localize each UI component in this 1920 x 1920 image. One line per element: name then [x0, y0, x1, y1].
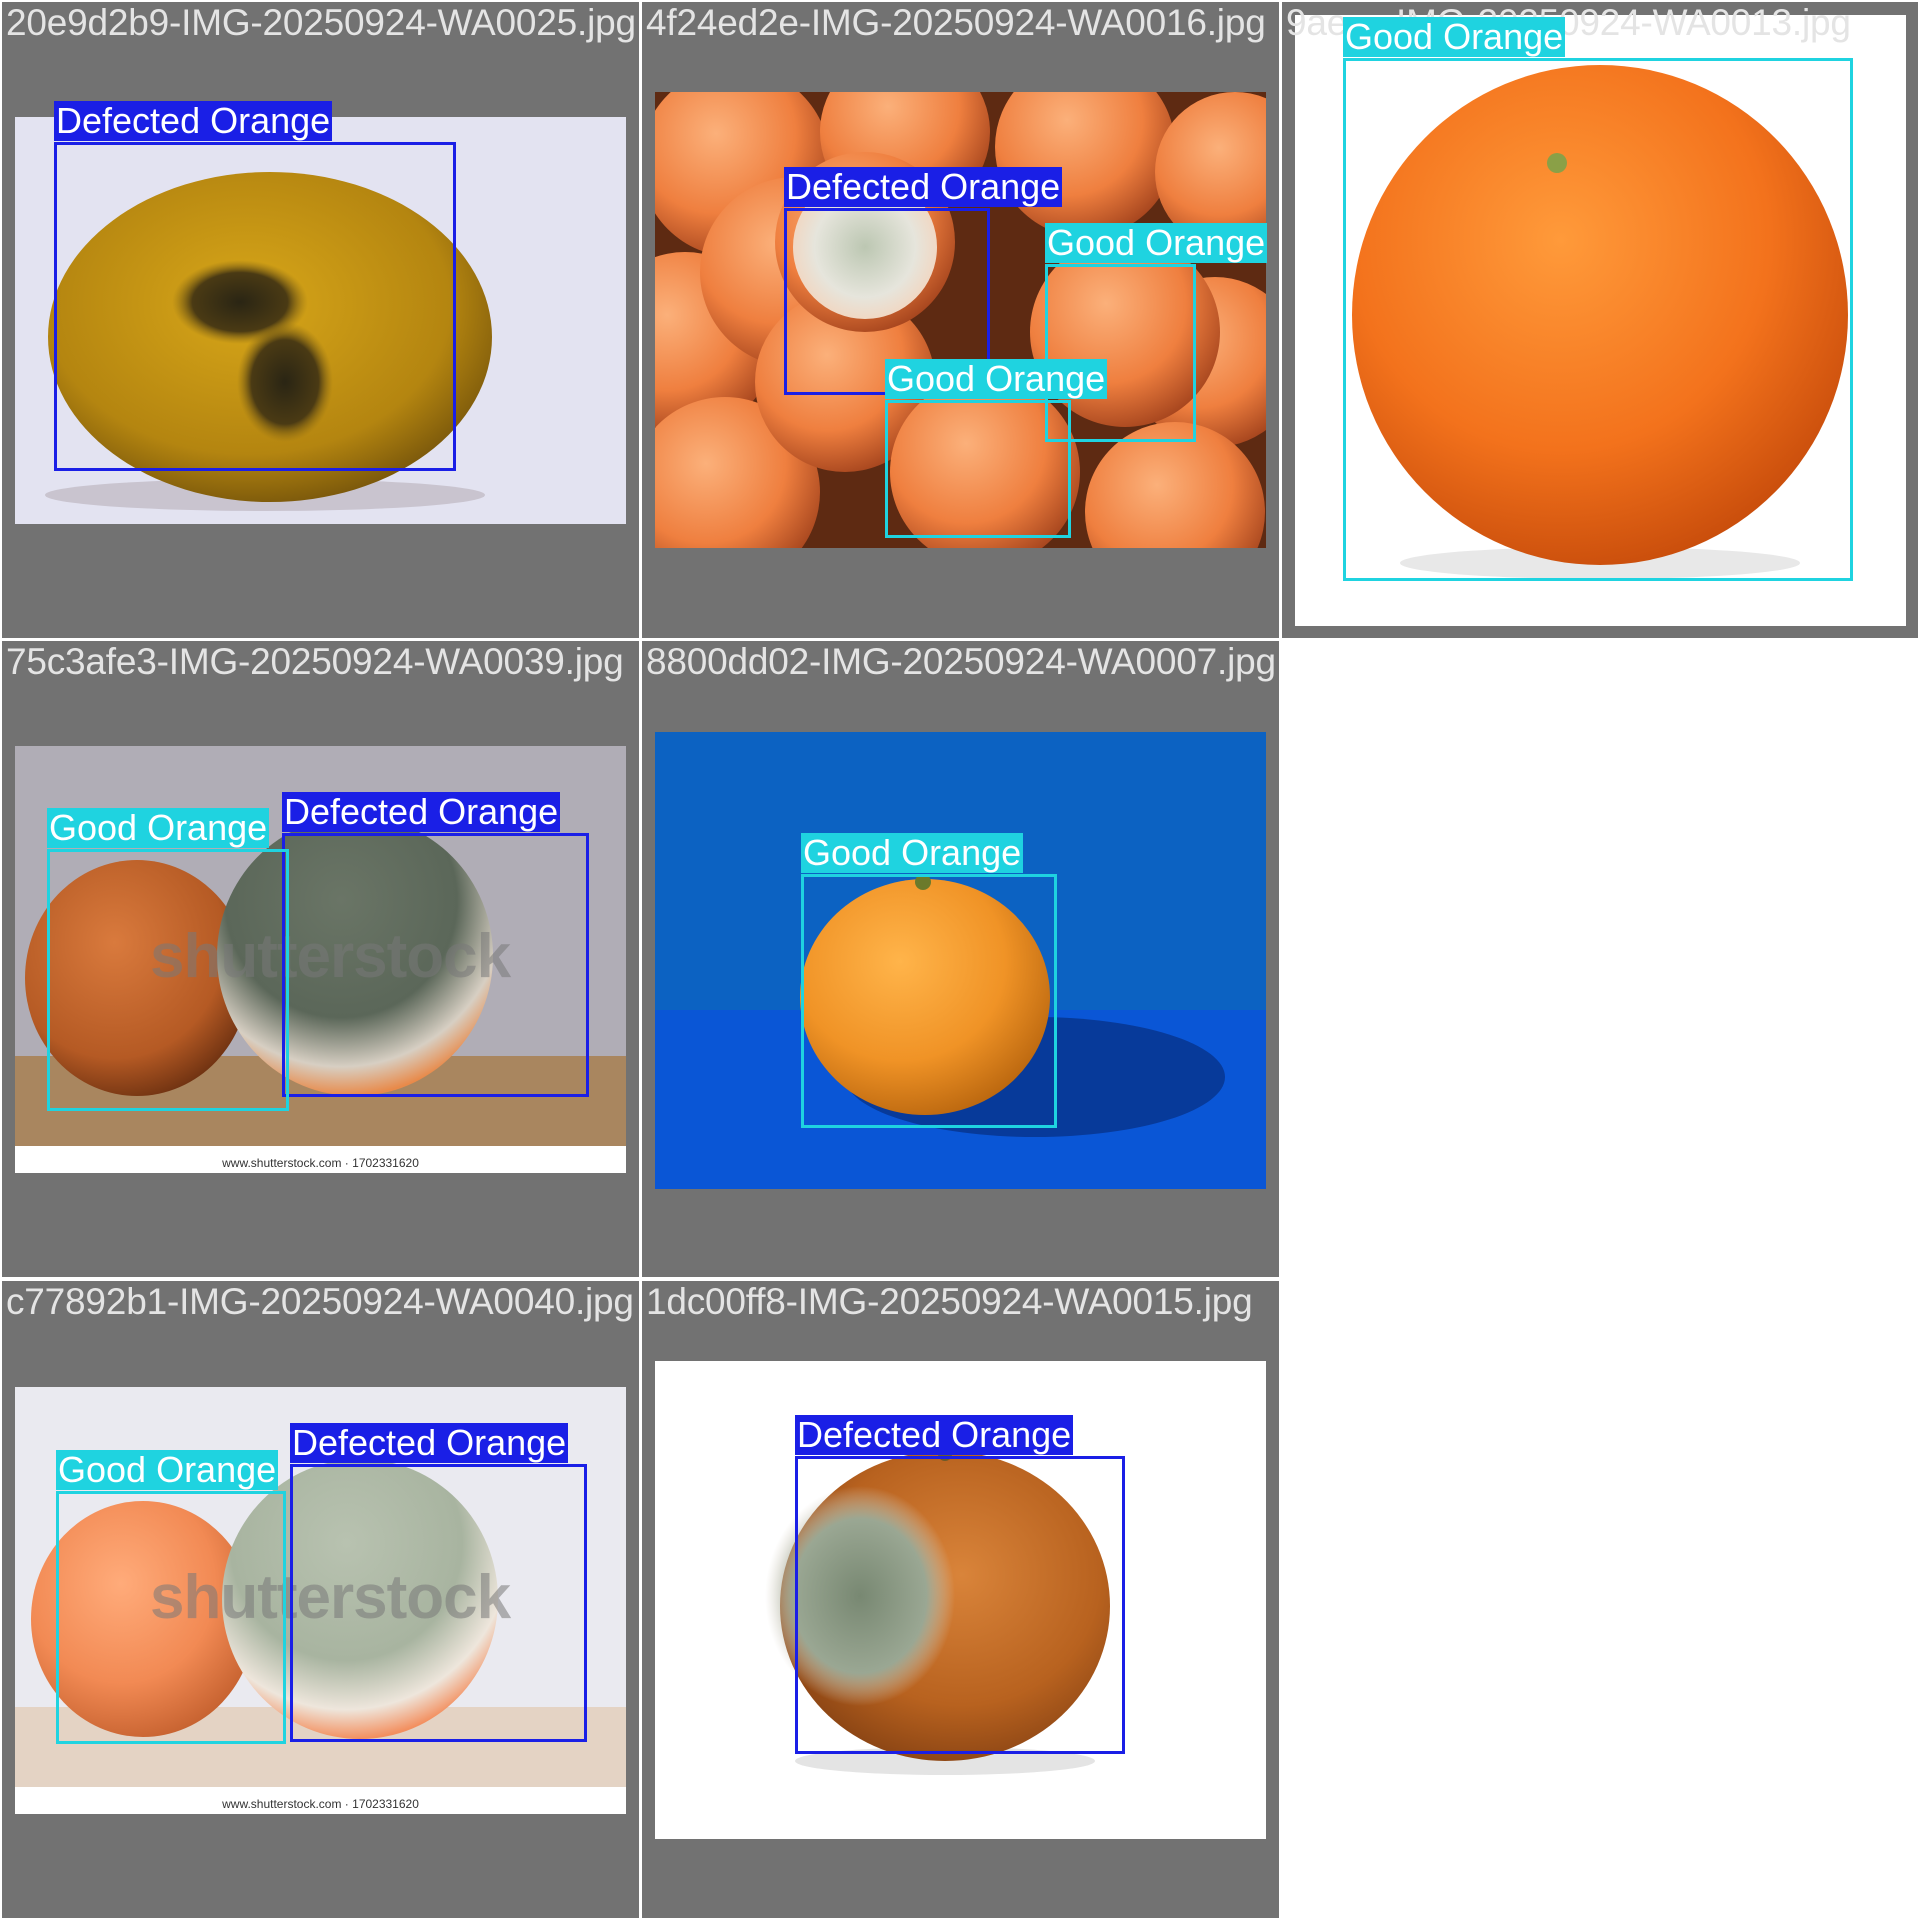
grid-tile-1: Defected Orange Good Orange Good Orange …	[642, 2, 1279, 638]
bbox-defected-orange	[795, 1456, 1125, 1754]
image-filename: 75c3afe3-IMG-20250924-WA0039.jpg	[6, 641, 624, 682]
bbox-defected-orange	[290, 1464, 587, 1742]
bbox-good-orange	[56, 1491, 286, 1744]
bbox-defected-orange	[54, 142, 456, 471]
grid-tile-5: shutterstock www.shutterstock.com · 1702…	[2, 1281, 639, 1918]
label-defected-orange: Defected Orange	[784, 166, 1063, 207]
label-defected-orange: Defected Orange	[795, 1414, 1074, 1455]
label-defected-orange: Defected Orange	[282, 791, 561, 832]
grid-tile-4: Good Orange 8800dd02-IMG-20250924-WA0007…	[642, 641, 1279, 1277]
label-good-orange: Good Orange	[801, 832, 1024, 873]
bbox-good-orange	[47, 849, 289, 1111]
image-filename: 20e9d2b9-IMG-20250924-WA0025.jpg	[6, 2, 636, 43]
image-filename: 4f24ed2e-IMG-20250924-WA0016.jpg	[646, 2, 1266, 43]
label-good-orange: Good Orange	[885, 358, 1108, 399]
bbox-good-orange	[885, 400, 1071, 538]
grid-tile-3: shutterstock www.shutterstock.com · 1702…	[2, 641, 639, 1277]
grid-tile-6: Defected Orange 1dc00ff8-IMG-20250924-WA…	[642, 1281, 1279, 1918]
label-good-orange: Good Orange	[1045, 222, 1268, 263]
image-filename: 8800dd02-IMG-20250924-WA0007.jpg	[646, 641, 1276, 682]
image-filename: 1dc00ff8-IMG-20250924-WA0015.jpg	[646, 1281, 1253, 1322]
label-defected-orange: Defected Orange	[54, 100, 333, 141]
image-credit: www.shutterstock.com · 1702331620	[222, 1156, 419, 1170]
label-defected-orange: Defected Orange	[290, 1422, 569, 1463]
image-credit: www.shutterstock.com · 1702331620	[222, 1797, 419, 1811]
label-good-orange: Good Orange	[47, 807, 270, 848]
image-filename: c77892b1-IMG-20250924-WA0040.jpg	[6, 1281, 634, 1322]
label-good-orange: Good Orange	[56, 1449, 279, 1490]
bbox-defected-orange	[282, 833, 589, 1097]
bbox-good-orange	[801, 874, 1057, 1128]
grid-tile-2: 9ae…-IMG-20250924-WA0013.jpg Good Orange	[1282, 2, 1918, 638]
grid-tile-0: Defected Orange 20e9d2b9-IMG-20250924-WA…	[2, 2, 639, 638]
label-good-orange: Good Orange	[1343, 16, 1566, 57]
bbox-good-orange	[1343, 58, 1853, 581]
